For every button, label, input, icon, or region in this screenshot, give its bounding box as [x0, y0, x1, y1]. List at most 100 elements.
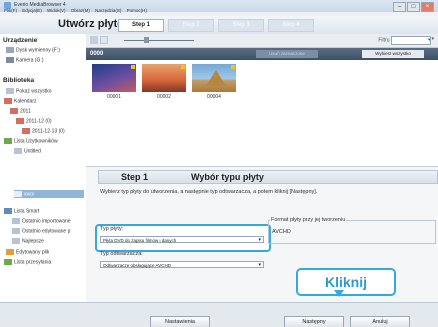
- step-3: Step 3: [218, 19, 264, 32]
- zoom-slider[interactable]: [114, 36, 204, 44]
- thumbnail-image: [142, 64, 186, 92]
- menu-help[interactable]: Pomoc(H): [127, 8, 147, 13]
- sidebar-item-removable-disk[interactable]: Dysk wymienny (F:): [6, 47, 60, 53]
- sidebar-item-calendar[interactable]: Kalendarz: [4, 98, 37, 104]
- menu-image[interactable]: Obraz(M): [71, 8, 90, 13]
- smart-list-icon: [4, 208, 12, 214]
- zoom-handle[interactable]: [144, 37, 149, 43]
- step-panel-header: Step 1 Wybór typu płyty: [98, 170, 438, 184]
- content-header: 0000 Usuń zaznaczone Wybierz wszystko: [86, 48, 438, 60]
- filter[interactable]: Filtru: [378, 36, 434, 45]
- step-indicator: Step 1 Step 2 Step 3 Step 4: [118, 19, 314, 32]
- badge-icon: [231, 65, 235, 69]
- next-button[interactable]: Następny: [284, 316, 344, 327]
- sidebar-item-best[interactable]: Najlepsze: [12, 238, 44, 244]
- list-view-icon[interactable]: [100, 36, 108, 44]
- sidebar-item-user-list[interactable]: Lista Użytkowników: [4, 138, 58, 144]
- thumbnail-image: [92, 64, 136, 92]
- list-icon: [12, 218, 20, 224]
- calendar-icon: [10, 108, 18, 114]
- disc-type-select[interactable]: Płyta DVD do zapisu filmów i danych ▾: [100, 236, 264, 243]
- calendar-icon: [4, 98, 12, 104]
- sidebar-item-2011-12[interactable]: 2011-12 (0): [16, 118, 51, 124]
- instruction-text: Wybierz typ płyty do utworzenia, a nastę…: [100, 189, 318, 195]
- thumbnail-label: 00004: [207, 94, 221, 100]
- delete-selected-button[interactable]: Usuń zaznaczone: [256, 50, 318, 58]
- content-title: 0000: [90, 51, 104, 57]
- view-toolbar: Filtru: [86, 34, 438, 48]
- filter-label: Filtru: [378, 38, 389, 44]
- badge-icon: [181, 65, 185, 69]
- settings-button[interactable]: Nastawienia: [150, 316, 210, 327]
- step-2: Step 2: [168, 19, 214, 32]
- section-library: Biblioteka: [3, 77, 35, 84]
- maximize-button[interactable]: □: [407, 2, 420, 12]
- thumbnail-label: 00001: [107, 94, 121, 100]
- step-4: Step 4: [268, 19, 314, 32]
- page-header: Utwórz płytę Step 1 Step 2 Step 3 Step 4: [0, 16, 438, 35]
- calendar-icon: [22, 128, 30, 134]
- thumbnail-image: [192, 64, 236, 92]
- edit-icon: [6, 249, 14, 255]
- sidebar-item-smart-list[interactable]: Lista Smart: [4, 208, 39, 214]
- bottom-bar: Nastawienia Następny Anuluj: [0, 302, 438, 327]
- sidebar-item-recent-edited[interactable]: Ostatnio edytowane p: [12, 228, 70, 234]
- section-device: Urządzenie: [3, 37, 38, 44]
- thumbnail[interactable]: 00001: [92, 64, 136, 100]
- zoom-track: [124, 40, 194, 41]
- list-icon: [12, 238, 20, 244]
- menu-bar: Plik(F) Edycja(E) Widok(V) Obraz(M) Narz…: [0, 8, 300, 14]
- sidebar-item-edited-file[interactable]: Edytowany plik: [6, 249, 49, 255]
- chevron-down-icon: ▾: [258, 237, 261, 243]
- menu-edit[interactable]: Edycja(E): [22, 8, 42, 13]
- library-icon: [6, 88, 14, 94]
- click-callout: Kliknij: [296, 268, 396, 296]
- app-window: Everio MediaBrowser 4 – □ × Plik(F) Edyc…: [0, 0, 438, 327]
- thumbnail-label: 00002: [157, 94, 171, 100]
- menu-tools[interactable]: Narzędzia(S): [95, 8, 121, 13]
- sidebar-item-camera[interactable]: Kamera (G:): [6, 57, 44, 63]
- badge-icon: [131, 65, 135, 69]
- menu-view[interactable]: Widok(V): [47, 8, 66, 13]
- sidebar-item-untitled[interactable]: Untitled: [14, 148, 41, 154]
- camera-icon: [6, 57, 14, 63]
- select-all-button[interactable]: Wybierz wszystko: [362, 50, 424, 58]
- callout-pointer: [334, 290, 344, 297]
- sidebar-item-2011-12-13[interactable]: 2011-12-13 (0): [22, 128, 65, 134]
- list-icon: [14, 148, 22, 154]
- window-controls: – □ ×: [393, 2, 434, 12]
- player-type-select[interactable]: Odtwarzacze obsługujące AVCHD ▾: [100, 261, 264, 268]
- upload-icon: [4, 259, 12, 265]
- sidebar-item-2011[interactable]: 2011: [10, 108, 31, 114]
- step-title: Wybór typu płyty: [191, 172, 264, 182]
- cancel-button[interactable]: Anuluj: [350, 316, 410, 327]
- sidebar: Urządzenie Dysk wymienny (F:) Kamera (G:…: [0, 34, 87, 302]
- minimize-button[interactable]: –: [393, 2, 406, 12]
- filter-dropdown[interactable]: [391, 36, 432, 45]
- sidebar-item-upload-list[interactable]: Lista przesyłania: [4, 259, 51, 265]
- sidebar-item-show-all[interactable]: Pokaż wszystko: [6, 88, 52, 94]
- step-1: Step 1: [118, 19, 164, 32]
- list-icon: [4, 138, 12, 144]
- format-value: AVCHD: [272, 229, 291, 235]
- media-content: 0000 Usuń zaznaczone Wybierz wszystko 00…: [86, 48, 438, 166]
- sidebar-item-recent-imported[interactable]: Ostatnio importowane: [12, 218, 71, 224]
- grid-view-icon[interactable]: [90, 36, 98, 44]
- pyramid-shape: [206, 70, 226, 86]
- disc-type-label: Typ płyty:: [100, 226, 124, 232]
- step-number: Step 1: [121, 172, 149, 182]
- page-title: Utwórz płytę: [58, 18, 124, 30]
- calendar-icon: [16, 118, 24, 124]
- chevron-down-icon: ▾: [258, 262, 261, 268]
- thumbnail-list: 00001 00002 00004: [92, 64, 236, 100]
- list-icon: [14, 191, 22, 197]
- list-icon: [12, 228, 20, 234]
- sidebar-item-selected[interactable]: xxxx: [14, 191, 34, 197]
- format-group: [268, 220, 436, 244]
- thumbnail[interactable]: 00002: [142, 64, 186, 100]
- thumbnail[interactable]: 00004: [192, 64, 236, 100]
- close-button[interactable]: ×: [421, 2, 434, 12]
- menu-file[interactable]: Plik(F): [4, 8, 17, 13]
- disk-icon: [6, 47, 14, 53]
- player-type-label: Typ odtwarzacza:: [100, 251, 143, 257]
